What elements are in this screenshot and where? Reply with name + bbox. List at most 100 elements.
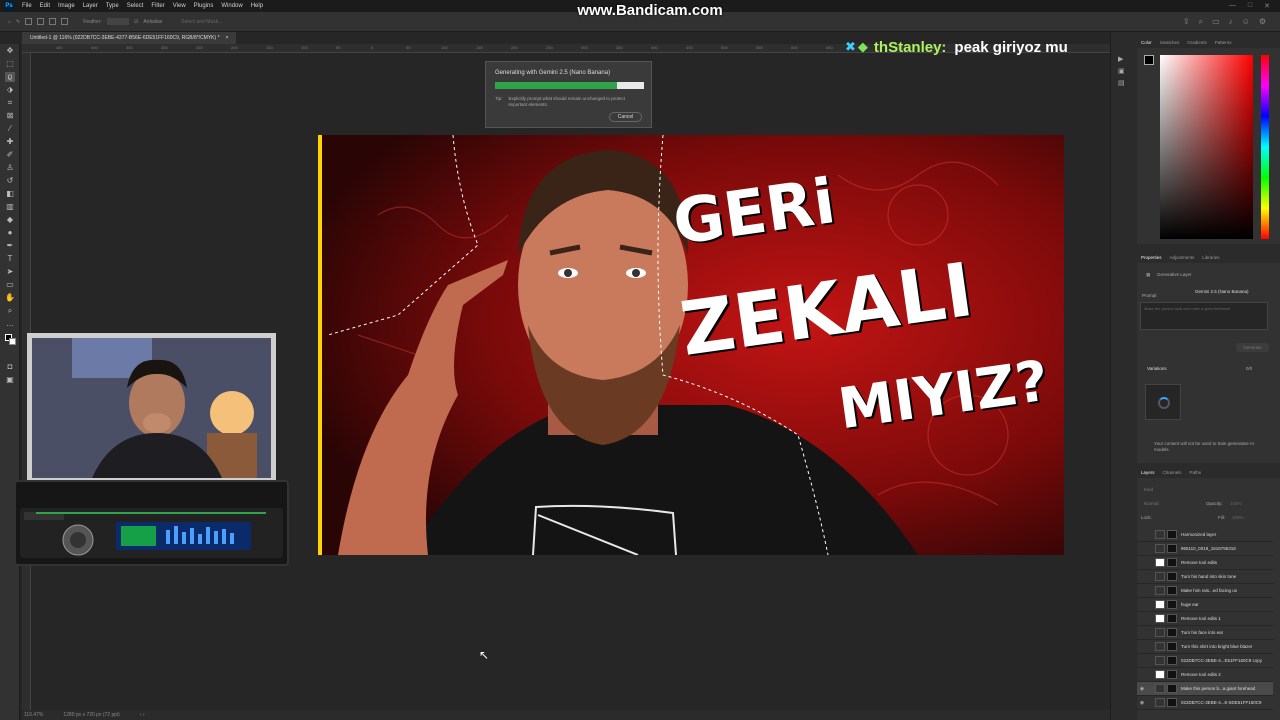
tab-gradients[interactable]: Gradients (1187, 38, 1207, 48)
ruler-tick-label: 300 (581, 45, 588, 50)
layer-row[interactable]: Make him rais...ed facing us (1137, 584, 1273, 598)
home-icon[interactable]: ⌂ (8, 19, 11, 25)
tab-libraries[interactable]: Libraries (1202, 253, 1219, 263)
feather-input[interactable] (106, 18, 129, 25)
rectangle-tool-icon[interactable]: ▭ (5, 280, 15, 290)
layer-name: huge ear (1181, 602, 1199, 607)
opacity-label: Opacity: (1206, 501, 1223, 506)
history-brush-icon[interactable]: ↺ (5, 176, 15, 186)
generative-layer-icon: ▦ (1146, 272, 1151, 277)
pen-tool-icon[interactable]: ✒ (5, 241, 15, 251)
marquee-tool-icon[interactable]: ⬚ (5, 59, 15, 69)
tab-close-icon[interactable]: × (226, 32, 229, 44)
tab-paths[interactable]: Paths (1190, 468, 1202, 478)
layer-row[interactable]: ◉ 022DB7CC-3EBE-4...E-6DE51FF160C9 (1137, 696, 1273, 710)
move-tool-icon[interactable]: ✥ (5, 46, 15, 56)
object-select-icon[interactable]: ⬗ (5, 85, 15, 95)
layer-thumbnail (1155, 684, 1165, 693)
layer-row[interactable]: huge ear (1137, 598, 1273, 612)
ruler-tick-label: 400 (651, 45, 658, 50)
path-select-icon[interactable]: ➤ (5, 267, 15, 277)
variations-count: 0/0 (1246, 366, 1253, 371)
status-nav[interactable]: ‹ › (140, 710, 145, 720)
layer-thumbnail (1155, 600, 1165, 609)
add-selection-icon[interactable] (37, 18, 45, 25)
eyedropper-icon[interactable]: ⁄ (5, 124, 15, 134)
layer-mask-thumbnail (1167, 656, 1177, 665)
visibility-eye-icon[interactable]: ◉ (1137, 686, 1147, 692)
layer-row[interactable]: Turn his hand into skin tone (1137, 570, 1273, 584)
layer-row[interactable]: Remove tool edits 1 (1137, 612, 1273, 626)
training-disclaimer: Your content will not be used to train g… (1154, 441, 1254, 452)
subtract-selection-icon[interactable] (49, 18, 57, 25)
generate-button[interactable]: Generate (1236, 343, 1269, 352)
hue-slider[interactable] (1261, 55, 1269, 239)
tab-patterns[interactable]: Patterns (1215, 38, 1232, 48)
screen-mode-icon[interactable]: ▣ (5, 375, 15, 385)
layer-mask-thumbnail (1167, 628, 1177, 637)
tab-adjustments[interactable]: Adjustments (1170, 253, 1195, 263)
layer-row[interactable]: Remove tool edits (1137, 556, 1273, 570)
prompt-input[interactable]: Make the person look and raise a giant f… (1140, 302, 1268, 330)
stamp-tool-icon[interactable]: ♙ (5, 163, 15, 173)
progress-title: Generating with Gemini 2.5 (Nano Banana) (495, 70, 611, 76)
blend-mode-select[interactable]: Normal (1144, 501, 1159, 506)
bandicam-watermark: www.Bandicam.com (577, 2, 723, 19)
comment-icon[interactable]: ▤ (1118, 79, 1136, 87)
new-selection-icon[interactable] (25, 18, 33, 25)
eraser-tool-icon[interactable]: ◧ (5, 189, 15, 199)
brush-tool-icon[interactable]: ✐ (5, 150, 15, 160)
lasso-tool-icon[interactable]: ✎ (16, 19, 20, 25)
tab-properties[interactable]: Properties (1141, 253, 1162, 263)
document-tab[interactable]: Untitled-1 @ 116% (022DB7CC-3EBE-4377-B5… (22, 32, 237, 44)
fill-input[interactable]: 100% (1232, 515, 1244, 520)
background-color-swatch[interactable] (9, 338, 16, 345)
type-tool-icon[interactable]: T (5, 254, 15, 264)
tab-swatches[interactable]: Swatches (1160, 38, 1180, 48)
stream-chat-overlay: ✖ ◆ thStanley: peak giriyoz mu (845, 36, 1068, 58)
hand-tool-icon[interactable]: ✋ (5, 293, 15, 303)
layer-mask-thumbnail (1167, 600, 1177, 609)
tab-channels[interactable]: Channels (1163, 468, 1182, 478)
layer-row[interactable]: Remove tool edits 2 (1137, 668, 1273, 682)
antialias-checkbox[interactable]: ☑ (134, 19, 138, 25)
crop-tool-icon[interactable]: ⌗ (5, 98, 15, 108)
layer-row[interactable]: Turn this shirt into bright blue blazer (1137, 640, 1273, 654)
select-and-mask-button[interactable]: Select and Mask... (181, 19, 222, 25)
document-size: 1280 px x 720 px (72 ppi) (63, 712, 120, 718)
layer-row[interactable]: 965110_0019_1616796318 (1137, 542, 1273, 556)
tab-color[interactable]: Color (1141, 38, 1152, 48)
cancel-button[interactable]: Cancel (609, 112, 642, 122)
healing-brush-icon[interactable]: ✚ (5, 137, 15, 147)
frame-tool-icon[interactable]: ⊠ (5, 111, 15, 121)
tab-layers[interactable]: Layers (1141, 468, 1155, 478)
layer-thumbnail (1155, 698, 1165, 707)
layer-row[interactable]: Harmonized layer (1137, 528, 1273, 542)
visibility-eye-icon[interactable]: ◉ (1137, 700, 1147, 706)
fill-label: Fill: (1218, 515, 1225, 520)
foreground-color-swatch[interactable] (1144, 55, 1154, 65)
intersect-selection-icon[interactable] (61, 18, 69, 25)
layer-row[interactable]: ◉ Make this person b...a giant forehead (1137, 682, 1273, 696)
opacity-input[interactable]: 100% (1230, 501, 1242, 506)
blur-tool-icon[interactable]: ◆ (5, 215, 15, 225)
canvas-image[interactable]: GERi ZEKALI MIYIZ? (318, 135, 1064, 555)
info-icon[interactable]: ▣ (1118, 67, 1136, 75)
layer-row[interactable]: 022DB7CC-3EBE-4...E51FF160C9 copy (1137, 654, 1273, 668)
zoom-level[interactable]: 116.47% (24, 710, 43, 720)
dodge-tool-icon[interactable]: ● (5, 228, 15, 238)
play-icon[interactable]: ▶ (1118, 55, 1136, 63)
zoom-tool-icon[interactable]: ⌕ (5, 306, 15, 316)
lasso-tool-icon[interactable]: ϱ (5, 72, 15, 82)
gradient-tool-icon[interactable]: ▥ (5, 202, 15, 212)
layer-thumbnail (1155, 670, 1165, 679)
layer-row[interactable]: Turn his face into ear (1137, 626, 1273, 640)
layer-name: Remove tool edits 1 (1181, 616, 1221, 621)
more-tools-icon[interactable]: … (5, 319, 15, 329)
quick-mask-icon[interactable]: ◘ (5, 362, 15, 372)
model-selector[interactable]: Gemini 2.5 (Nano Banana) (1195, 289, 1249, 294)
layer-filter-input[interactable]: Kind (1144, 487, 1153, 492)
variation-tile[interactable] (1145, 384, 1181, 420)
ruler-tick-label: 650 (826, 45, 833, 50)
color-picker-field[interactable] (1160, 55, 1253, 239)
